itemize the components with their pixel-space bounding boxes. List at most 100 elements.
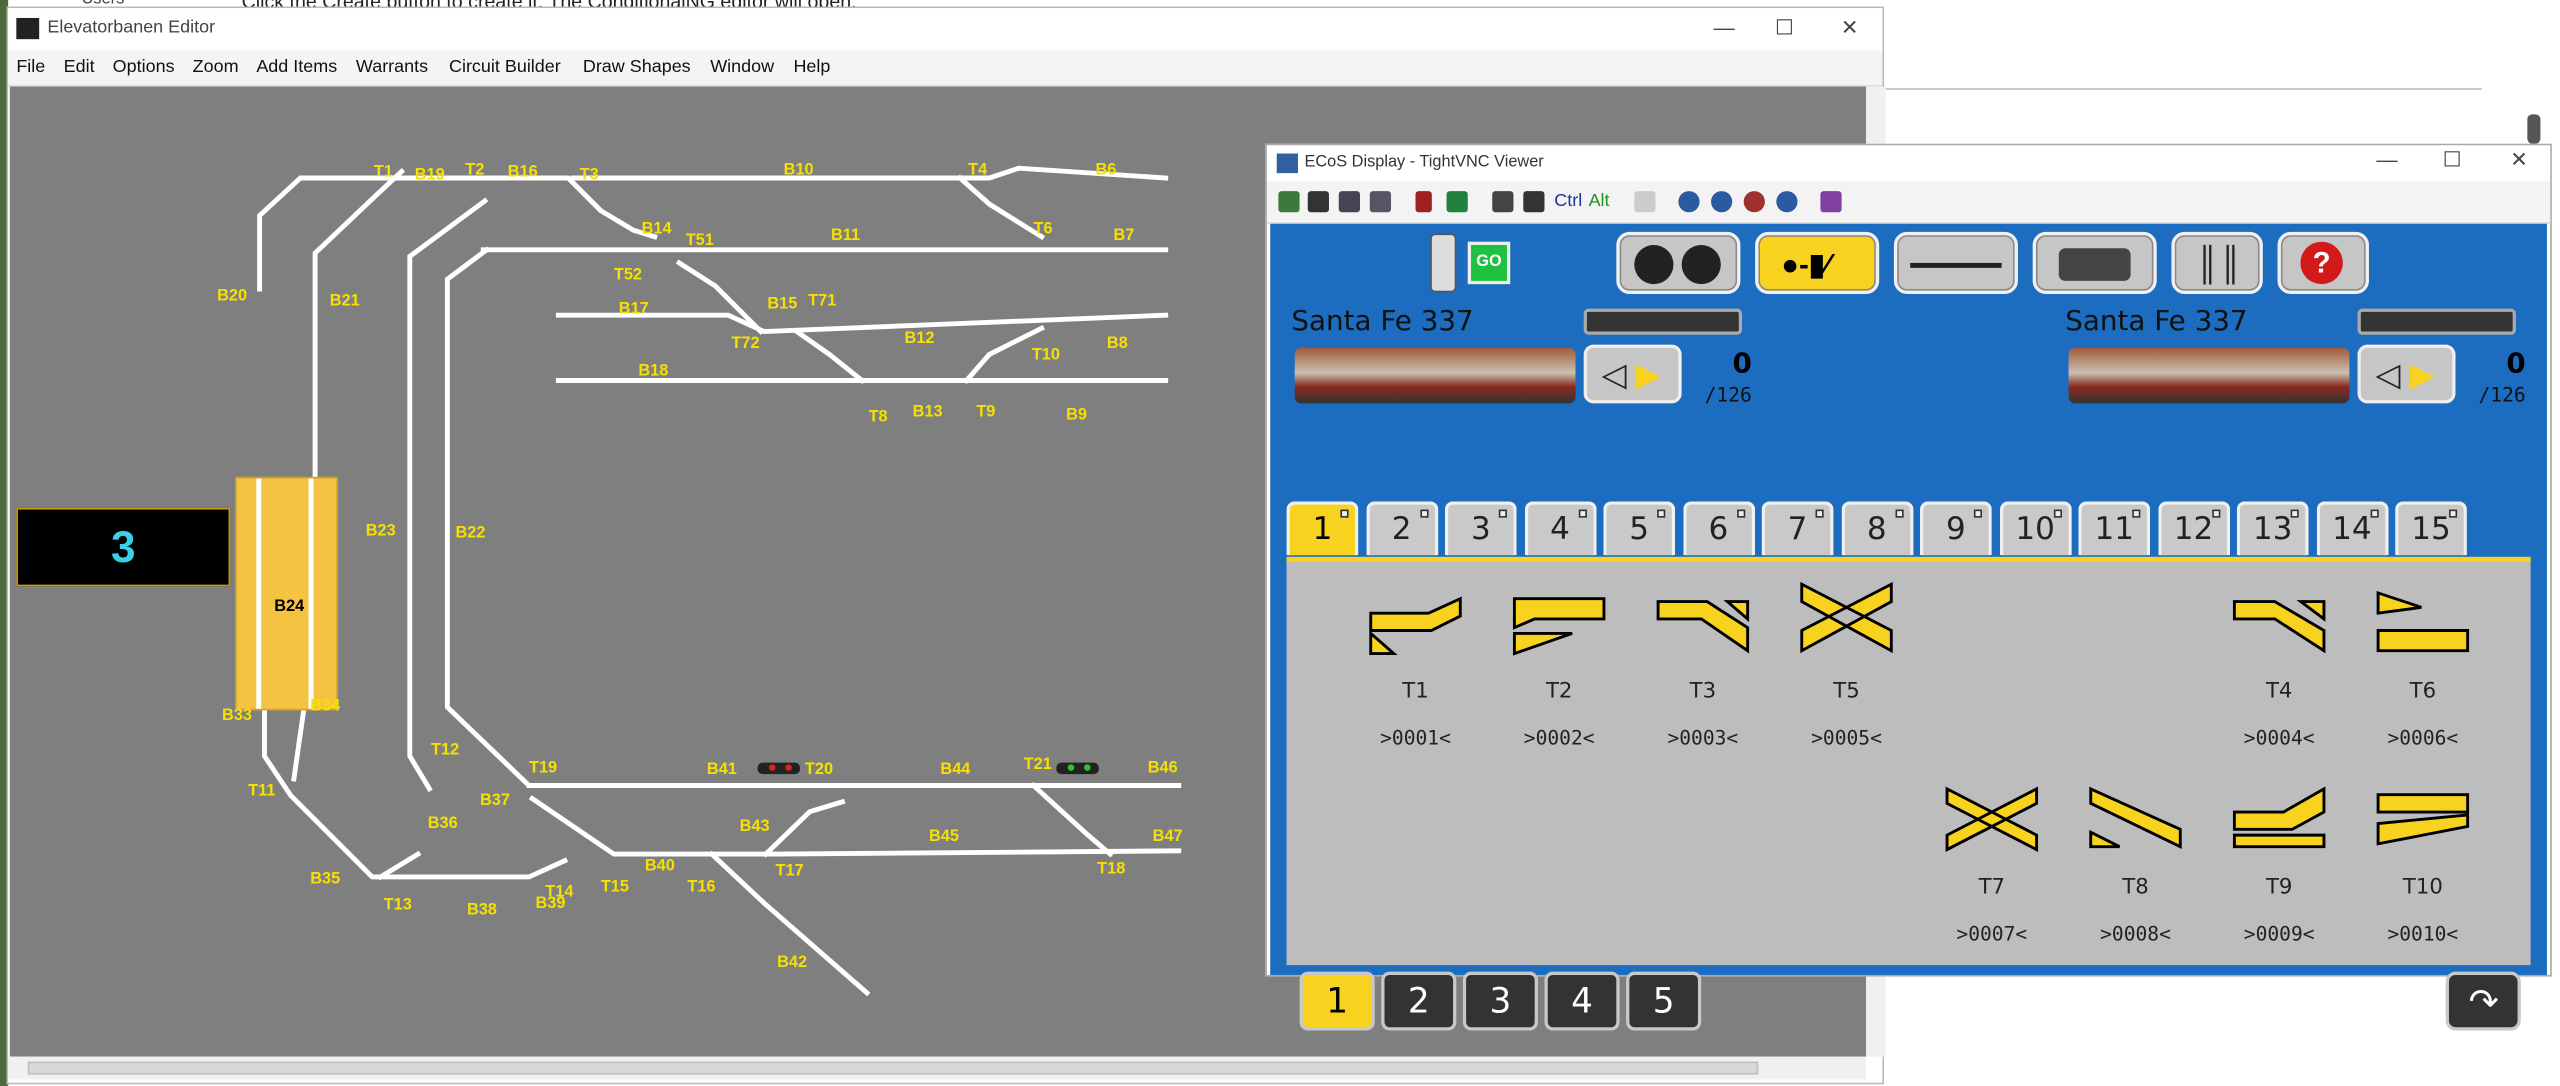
menu-help[interactable]: Help	[793, 57, 830, 77]
accessory-t7[interactable]: T7 >0007<	[1922, 777, 2062, 946]
accessory-t5[interactable]: T5 >0005<	[1776, 581, 1916, 750]
refresh-icon[interactable]	[1446, 191, 1468, 213]
track-label-t20[interactable]: T20	[805, 761, 833, 779]
track-label-b20[interactable]: B20	[217, 287, 247, 305]
horizontal-scroll-thumb[interactable]	[27, 1061, 1759, 1075]
track-label-b38[interactable]: B38	[467, 901, 497, 919]
tab-1[interactable]: 1	[1286, 501, 1359, 556]
ecos-minimize-icon[interactable]: —	[2369, 147, 2405, 171]
accessory-t1[interactable]: T1 >0001<	[1345, 581, 1485, 750]
horizontal-scrollbar[interactable]	[8, 1056, 1867, 1080]
track-label-b14[interactable]: B14	[642, 220, 672, 238]
menu-warrants[interactable]: Warrants	[356, 57, 428, 77]
track-label-b42[interactable]: B42	[777, 954, 807, 972]
track-label-t51[interactable]: T51	[686, 232, 714, 250]
tab-6[interactable]: 6	[1682, 501, 1755, 556]
track-label-b11[interactable]: B11	[831, 227, 860, 245]
menu-options[interactable]: Options	[113, 57, 175, 77]
ecos-display[interactable]: GO ●‑▮⁄ ║║ ? Santa Fe 337 ◁ ▶ 0 /126 Sant…	[1270, 223, 2547, 1031]
zoom-out-icon[interactable]	[1711, 191, 1733, 213]
track-label-t17[interactable]: T17	[776, 862, 804, 880]
track-label-b36[interactable]: B36	[428, 815, 458, 833]
accessory-t6[interactable]: T6 >0006<	[2353, 581, 2493, 750]
track-label-b22[interactable]: B22	[456, 524, 486, 542]
options-icon[interactable]	[1369, 191, 1392, 213]
loco-edit-button[interactable]	[2032, 231, 2157, 294]
track-label-b18[interactable]: B18	[638, 363, 668, 381]
tab-9[interactable]: 9	[1919, 501, 1992, 556]
track-label-b19[interactable]: B19	[415, 167, 445, 185]
tab-4[interactable]: 4	[1524, 501, 1596, 556]
save-icon[interactable]	[1307, 191, 1329, 213]
track-label-t4[interactable]: T4	[968, 162, 987, 180]
track-label-b7[interactable]: B7	[1113, 227, 1134, 245]
menu-edit[interactable]: Edit	[64, 57, 95, 77]
track-label-t13[interactable]: T13	[384, 897, 412, 915]
editor-titlebar[interactable]: Elevatorbanen Editor — ☐ ✕	[8, 8, 1883, 51]
track-label-t2[interactable]: T2	[465, 162, 484, 180]
track-label-t6[interactable]: T6	[1033, 220, 1052, 238]
accessory-t4[interactable]: T4 >0004<	[2209, 581, 2349, 750]
ecos-maximize-icon[interactable]: ☐	[2434, 147, 2470, 173]
ctrl-alt-del-icon[interactable]	[1492, 191, 1514, 213]
track-label-t52[interactable]: T52	[614, 266, 642, 284]
close-icon[interactable]: ✕	[1832, 15, 1868, 41]
tab-12[interactable]: 12	[2157, 501, 2230, 556]
block-b24[interactable]: B24	[235, 476, 338, 711]
zoom-fit-icon[interactable]	[1776, 191, 1798, 213]
track-label-b9[interactable]: B9	[1066, 407, 1087, 425]
track-label-b12[interactable]: B12	[904, 330, 934, 348]
clipboard-icon[interactable]	[1338, 191, 1360, 213]
direction-button[interactable]: ◁ ▶	[1583, 344, 1682, 404]
track-label-b47[interactable]: B47	[1153, 828, 1183, 846]
track-label-b15[interactable]: B15	[767, 296, 797, 314]
loco-panel-left[interactable]: Santa Fe 337 ◁ ▶ 0 /126	[1287, 300, 1756, 414]
track-label-b33[interactable]: B33	[222, 707, 252, 725]
track-label-b13[interactable]: B13	[913, 403, 943, 421]
track-label-b17[interactable]: B17	[619, 300, 649, 318]
help-button[interactable]: ?	[2277, 231, 2369, 294]
ecos-close-icon[interactable]: ✕	[2501, 147, 2537, 173]
stop-switch-icon[interactable]	[1430, 233, 1457, 293]
track-label-b41[interactable]: B41	[707, 761, 737, 779]
track-label-b10[interactable]: B10	[784, 162, 814, 180]
track-label-b44[interactable]: B44	[940, 761, 970, 779]
zoom-100-icon[interactable]	[1743, 191, 1765, 213]
menu-zoom[interactable]: Zoom	[193, 57, 239, 77]
speedometer-button[interactable]	[1616, 231, 1741, 294]
tab-13[interactable]: 13	[2236, 501, 2309, 556]
ecos-titlebar[interactable]: ECoS Display - TightVNC Viewer — ☐ ✕	[1266, 145, 2551, 182]
track-label-t15[interactable]: T15	[601, 879, 629, 897]
signals-switches-button[interactable]: ●‑▮⁄	[1755, 231, 1880, 294]
accessory-t10[interactable]: T10 >0010<	[2353, 777, 2493, 946]
track-label-t16[interactable]: T16	[687, 879, 715, 897]
track-label-b16[interactable]: B16	[508, 163, 538, 181]
accessory-t9[interactable]: T9 >0009<	[2209, 777, 2349, 946]
track-label-b23[interactable]: B23	[366, 523, 396, 541]
track-label-b45[interactable]: B45	[929, 828, 959, 846]
fullscreen-icon[interactable]	[1820, 191, 1842, 213]
tab-5[interactable]: 5	[1603, 501, 1676, 556]
track-label-t3[interactable]: T3	[580, 167, 599, 185]
track-label-t1[interactable]: T1	[374, 163, 393, 181]
page-button-2[interactable]: 2	[1381, 971, 1457, 1031]
accessory-t8[interactable]: T8 >0008<	[2065, 777, 2205, 946]
track-label-b6[interactable]: B6	[1096, 162, 1117, 180]
tab-10[interactable]: 10	[1999, 501, 2072, 556]
go-button[interactable]: GO	[1467, 241, 1511, 285]
windows-key-icon[interactable]	[1523, 191, 1545, 213]
track-label-t19[interactable]: T19	[529, 759, 557, 777]
maximize-icon[interactable]: ☐	[1767, 15, 1803, 41]
track-label-t18[interactable]: T18	[1097, 861, 1125, 879]
direction-button[interactable]: ◁ ▶	[2357, 344, 2456, 404]
page-button-5[interactable]: 5	[1626, 971, 1702, 1031]
track-label-b43[interactable]: B43	[740, 818, 770, 836]
tab-11[interactable]: 11	[2078, 501, 2151, 556]
minimize-icon[interactable]: —	[1706, 15, 1742, 39]
track-label-b46[interactable]: B46	[1148, 759, 1178, 777]
track-label-t9[interactable]: T9	[976, 403, 995, 421]
connection-icon[interactable]	[1278, 191, 1300, 213]
menu-circuit-builder[interactable]: Circuit Builder	[449, 57, 561, 77]
track-label-t12[interactable]: T12	[431, 741, 459, 759]
track-diagram-button[interactable]	[1893, 231, 2018, 294]
